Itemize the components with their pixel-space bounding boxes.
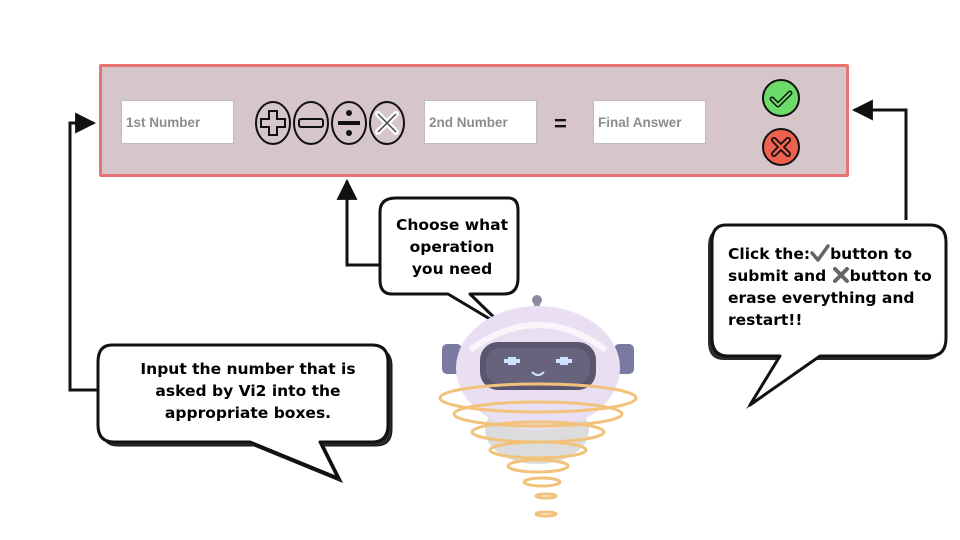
callout-line: Input the number that is xyxy=(140,360,356,378)
operation-callout-text: Choose what operation you need xyxy=(392,214,512,280)
callout-line: submit and button to xyxy=(728,265,958,287)
callout-line: erase everything and xyxy=(728,289,915,307)
robot-mascot xyxy=(438,295,638,518)
check-icon xyxy=(810,244,830,262)
callout-line: you need xyxy=(411,260,493,278)
callout-fragment: button to xyxy=(830,245,913,263)
close-icon xyxy=(832,267,849,283)
callout-fragment: Click the: xyxy=(728,245,811,263)
callout-line: Choose what xyxy=(395,216,509,234)
callout-fragment: submit and xyxy=(728,267,832,285)
callout-line: appropriate boxes. xyxy=(164,404,332,422)
callout-line: operation xyxy=(409,238,495,256)
callout-line: restart!! xyxy=(728,311,803,329)
callout-line: Click the: button to xyxy=(728,243,958,265)
input-callout-text: Input the number that is asked by Vi2 in… xyxy=(106,358,390,424)
callout-line: asked by Vi2 into the xyxy=(155,382,341,400)
callout-fragment: button to xyxy=(849,267,932,285)
buttons-callout-text: Click the: button to submit and button to… xyxy=(728,243,958,331)
